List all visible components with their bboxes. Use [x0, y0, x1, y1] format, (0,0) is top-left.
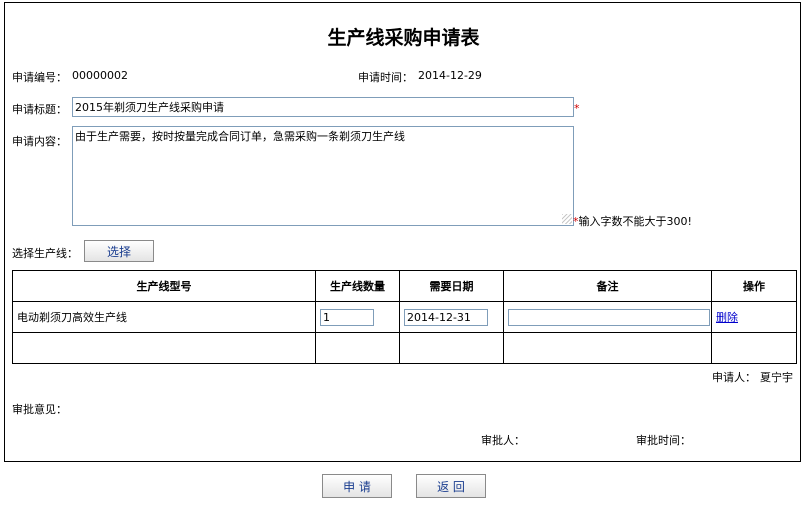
- approval-time-label: 审批时间：: [636, 434, 691, 447]
- content-textarea[interactable]: 由于生产需要，按时按量完成合同订单，急需采购一条剃须刀生产线: [72, 126, 574, 226]
- request-time-label: 申请时间：: [358, 71, 413, 84]
- subject-label: 申请标题：: [12, 103, 67, 116]
- column-header-model: 生产线型号: [12, 270, 316, 302]
- empty-cell: [399, 332, 504, 364]
- resize-grip-icon[interactable]: [562, 214, 572, 224]
- date-input[interactable]: [404, 308, 488, 326]
- back-button[interactable]: 返 回: [416, 474, 486, 498]
- column-header-date: 需要日期: [399, 270, 504, 302]
- table-row: 电动剃须刀高效生产线 删除: [12, 301, 797, 333]
- empty-cell: [503, 332, 712, 364]
- subject-required-mark: *: [574, 102, 580, 115]
- quantity-input[interactable]: [320, 308, 374, 326]
- applicant-name: 夏宁宇: [760, 371, 793, 384]
- request-no-label: 申请编号：: [12, 71, 67, 84]
- line-table: 生产线型号 生产线数量 需要日期 备注 操作 电动剃须刀高效生产线 删除: [12, 270, 797, 364]
- approval-opinion-label: 审批意见：: [12, 403, 67, 416]
- empty-cell: [12, 332, 316, 364]
- subject-input[interactable]: [72, 97, 574, 117]
- empty-cell: [315, 332, 400, 364]
- row-action-cell: 删除: [711, 301, 797, 333]
- row-remark-cell: [503, 301, 712, 333]
- content-hint-text: 输入字数不能大于300!: [578, 215, 692, 228]
- request-time-value: 2014-12-29: [418, 69, 482, 82]
- column-header-quantity: 生产线数量: [315, 270, 400, 302]
- approver-label: 审批人：: [481, 434, 525, 447]
- row-date-cell: [399, 301, 504, 333]
- row-model: 电动剃须刀高效生产线: [12, 301, 316, 333]
- empty-cell: [711, 332, 797, 364]
- content-label: 申请内容：: [12, 135, 67, 148]
- column-header-remark: 备注: [503, 270, 712, 302]
- page-title: 生产线采购申请表: [327, 27, 480, 49]
- select-line-button[interactable]: 选择: [84, 240, 154, 262]
- delete-link[interactable]: 删除: [716, 311, 738, 324]
- apply-button[interactable]: 申 请: [322, 474, 392, 498]
- select-line-label: 选择生产线：: [12, 247, 78, 260]
- table-row-empty: [12, 332, 797, 364]
- content-hint: *输入字数不能大于300!: [573, 215, 692, 228]
- column-header-action: 操作: [711, 270, 797, 302]
- applicant-label: 申请人：: [712, 371, 756, 384]
- table-header-row: 生产线型号 生产线数量 需要日期 备注 操作: [12, 270, 797, 302]
- remark-input[interactable]: [508, 308, 710, 326]
- row-quantity-cell: [315, 301, 400, 333]
- request-no-value: 00000002: [72, 69, 128, 82]
